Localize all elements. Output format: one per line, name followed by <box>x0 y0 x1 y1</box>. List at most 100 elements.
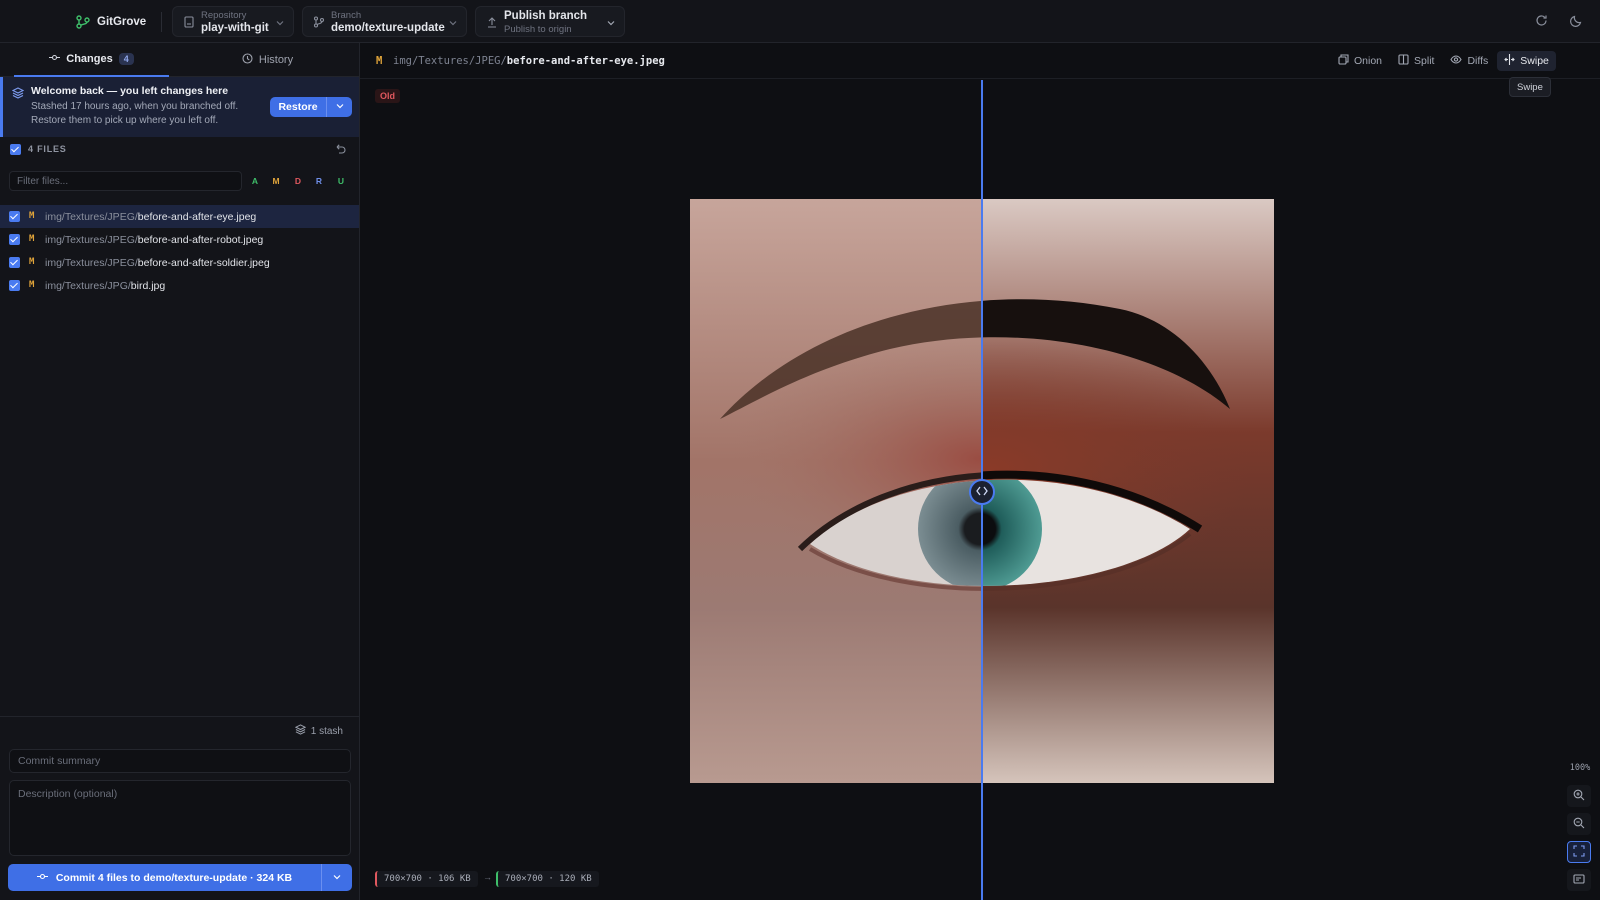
branch-label: Branch <box>331 10 362 21</box>
file-checkbox[interactable] <box>9 234 20 245</box>
file-dir: img/Textures/JPEG/ <box>45 257 138 269</box>
repository-name: play-with-git <box>201 22 269 34</box>
swipe-tooltip: Swipe <box>1509 77 1551 97</box>
discard-all-icon[interactable] <box>334 143 346 155</box>
file-path: img/Textures/JPG/bird.jpg <box>45 280 165 292</box>
file-name: before-and-after-soldier.jpeg <box>137 257 270 269</box>
zoom-in-button[interactable] <box>1567 785 1591 807</box>
refresh-button[interactable] <box>1529 10 1553 34</box>
mode-split-button[interactable]: Split <box>1391 51 1441 71</box>
filter-renamed[interactable]: R <box>311 174 327 188</box>
file-checkbox[interactable] <box>9 257 20 268</box>
branch-icon <box>313 16 325 28</box>
file-name: bird.jpg <box>130 280 166 292</box>
mode-swipe-button[interactable]: Swipe <box>1497 51 1556 71</box>
refresh-icon <box>1535 14 1548 30</box>
sidebar: Changes 4 History Welcome back — you lef… <box>0 43 360 900</box>
commit-options-button[interactable] <box>322 864 352 891</box>
file-name: before-and-after-robot.jpeg <box>137 234 264 246</box>
branch-name: demo/texture-update <box>331 22 445 34</box>
commit-icon <box>36 871 48 885</box>
filter-files-input-wrapper <box>9 171 242 191</box>
file-path: img/Textures/JPEG/before-and-after-robot… <box>45 234 263 246</box>
commit-description-input[interactable] <box>10 781 350 855</box>
arrow-separator: → <box>483 872 492 882</box>
code-arrows-icon <box>976 486 988 499</box>
filter-modified[interactable]: M <box>268 174 284 188</box>
zoom-out-button[interactable] <box>1567 813 1591 835</box>
mode-diffs-button[interactable]: Diffs <box>1443 51 1495 71</box>
swipe-handle[interactable] <box>969 479 995 505</box>
commit-button[interactable]: Commit 4 files to demo/texture-update · … <box>8 864 322 891</box>
stash-button[interactable]: 1 stash <box>294 724 343 738</box>
commit-summary-input[interactable] <box>10 750 350 772</box>
layers-icon <box>294 724 306 738</box>
old-side-badge: Old <box>375 89 400 103</box>
app-brand: GitGrove <box>76 13 146 31</box>
swipe-icon <box>1504 54 1516 68</box>
files-header: 4 FILES <box>10 143 350 157</box>
fit-screen-icon <box>1573 844 1585 860</box>
file-dir: img/Textures/JPG/ <box>45 280 131 292</box>
mode-split-label: Split <box>1414 55 1435 67</box>
branch-selector[interactable]: Branch demo/texture-update <box>302 6 467 37</box>
repository-selector[interactable]: Repository play-with-git <box>172 6 294 37</box>
file-name: before-and-after-eye.jpeg <box>137 211 257 223</box>
chevron-down-icon <box>276 18 284 26</box>
stash-count: 1 stash <box>310 725 343 737</box>
publish-branch-button[interactable]: Publish branch Publish to origin <box>475 6 625 37</box>
commit-split-button: Commit 4 files to demo/texture-update · … <box>8 864 352 891</box>
file-dir: img/Textures/JPEG/ <box>393 55 507 67</box>
actual-size-button[interactable] <box>1567 869 1591 891</box>
app-name: GitGrove <box>97 16 147 28</box>
file-row[interactable]: M img/Textures/JPEG/before-and-after-eye… <box>0 205 359 228</box>
file-status: M <box>29 234 35 244</box>
publish-subtitle: Publish to origin <box>504 24 572 35</box>
filter-deleted[interactable]: D <box>290 174 306 188</box>
moon-icon <box>1569 14 1583 30</box>
filter-untracked[interactable]: U <box>333 174 349 188</box>
chevron-down-icon[interactable] <box>607 18 615 26</box>
theme-toggle-button[interactable] <box>1564 10 1588 34</box>
file-path: img/Textures/JPEG/before-and-after-soldi… <box>45 257 270 269</box>
publish-title: Publish branch <box>504 10 588 22</box>
tab-history[interactable]: History <box>190 43 345 77</box>
commit-summary-wrapper <box>9 749 351 773</box>
divider <box>161 12 162 32</box>
restore-button[interactable]: Restore <box>270 97 327 117</box>
top-bar: GitGrove Repository play-with-git Branch… <box>0 0 1600 43</box>
chevron-down-icon <box>449 18 457 26</box>
file-path: img/Textures/JPEG/before-and-after-eye.j… <box>45 211 256 223</box>
fit-to-screen-button[interactable] <box>1567 841 1591 863</box>
stash-restore-banner: Welcome back — you left changes here Sta… <box>0 77 359 137</box>
file-row[interactable]: M img/Textures/JPEG/before-and-after-rob… <box>0 228 359 251</box>
banner-title: Welcome back — you left changes here <box>31 85 229 97</box>
filter-files-input[interactable] <box>10 172 241 190</box>
select-all-checkbox[interactable] <box>10 144 21 155</box>
file-row[interactable]: M img/Textures/JPG/bird.jpg <box>0 274 359 297</box>
file-row[interactable]: M img/Textures/JPEG/before-and-after-sol… <box>0 251 359 274</box>
mode-swipe-label: Swipe <box>1520 55 1549 67</box>
tab-history-label: History <box>258 54 294 66</box>
split-icon <box>1398 54 1409 68</box>
image-frame-icon <box>1573 873 1585 888</box>
clock-icon <box>242 53 253 67</box>
restore-split-button: Restore <box>270 97 352 117</box>
commit-button-label: Commit 4 files to demo/texture-update · … <box>55 871 293 884</box>
changes-count-badge: 4 <box>118 53 134 65</box>
restore-options-button[interactable] <box>327 97 352 117</box>
view-mode-switcher: Onion Split Diffs Swipe <box>1331 51 1556 71</box>
file-path-bar: M img/Textures/JPEG/before-and-after-eye… <box>360 43 1600 79</box>
commit-description-wrapper <box>9 780 351 856</box>
mode-onion-button[interactable]: Onion <box>1331 51 1389 71</box>
file-checkbox[interactable] <box>9 280 20 291</box>
mode-diffs-label: Diffs <box>1467 55 1489 67</box>
tab-changes[interactable]: Changes 4 <box>14 43 169 77</box>
file-dir: img/Textures/JPEG/ <box>45 211 138 223</box>
new-image-info: 700×700 · 120 KB <box>496 871 599 887</box>
file-status: M <box>376 55 383 67</box>
file-checkbox[interactable] <box>9 211 20 222</box>
repository-icon <box>183 16 195 28</box>
filter-added[interactable]: A <box>247 174 263 188</box>
eye-icon <box>1450 54 1463 68</box>
